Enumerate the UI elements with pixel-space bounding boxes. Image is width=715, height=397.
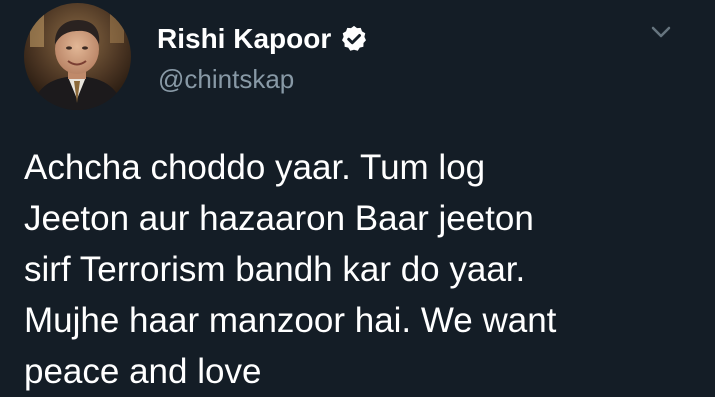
tweet-text-line: Jeeton aur hazaaron Baar jeeton bbox=[24, 199, 534, 238]
tweet-text-line: peace and love bbox=[24, 352, 262, 391]
display-name[interactable]: Rishi Kapoor bbox=[157, 23, 331, 55]
tweet-text-line: sirf Terrorism bandh kar do yaar. bbox=[24, 250, 526, 289]
verified-badge-icon bbox=[339, 24, 369, 54]
author-name-row[interactable]: Rishi Kapoor bbox=[157, 22, 369, 56]
avatar[interactable] bbox=[24, 3, 131, 110]
tweet-text-line: Achcha choddo yaar. Tum log bbox=[24, 148, 486, 187]
tweet-card: Rishi Kapoor @chintskap Achcha choddo ya… bbox=[0, 0, 715, 397]
user-handle[interactable]: @chintskap bbox=[158, 64, 294, 95]
avatar-image bbox=[24, 3, 131, 110]
tweet-text: Achcha choddo yaar. Tum log Jeeton aur h… bbox=[24, 142, 704, 397]
tweet-text-line: Mujhe haar manzoor hai. We want bbox=[24, 301, 557, 340]
chevron-down-icon[interactable] bbox=[648, 22, 674, 42]
